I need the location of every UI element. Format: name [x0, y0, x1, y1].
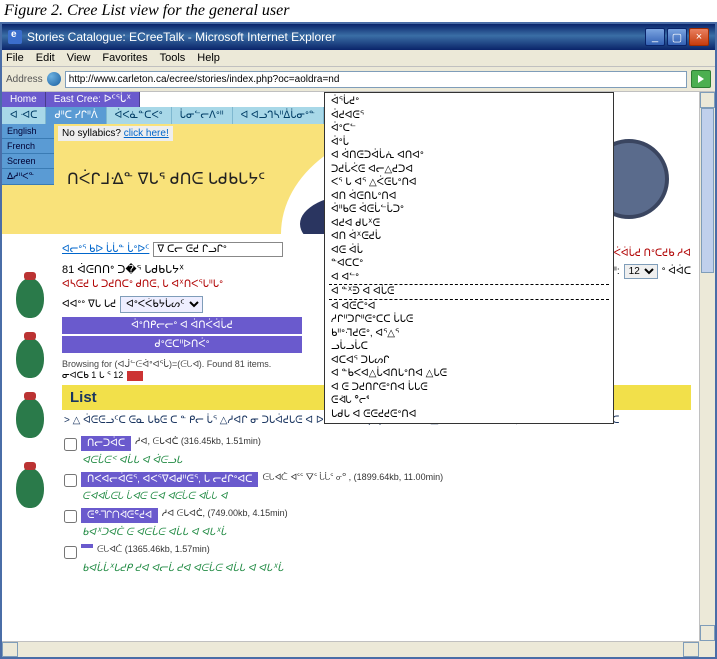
tab-4[interactable]: ᐊ ᐊᓗᒉᓴᐦᐄᒑᓂᐤᓐ [233, 107, 324, 124]
per-page-suffix: ᐤ ᐋᐋᑕ [662, 266, 691, 277]
breadcrumb-home[interactable]: Home [2, 92, 46, 107]
scroll-thumb[interactable] [701, 108, 714, 273]
dropdown-option[interactable]: ᐊ ᓐᕽᕭ ᐊ ᐊᒑᕮ [329, 284, 609, 300]
menu-tools[interactable]: Tools [160, 52, 186, 64]
list-item: ᕮᐤᒬᒋᑎᐋᕮᑦᕍᐊ ᓱᐊ ᕮᒐᐊᑖ, (749.00kb, 4.15min) … [64, 508, 689, 538]
syllabics-prompt: No syllabics? click here! [58, 126, 173, 141]
figure-caption: Figure 2. Cree List view for the general… [0, 0, 717, 22]
dropdown-option[interactable]: ᐊᑎ ᐋᕽᕮᕍᒑ [329, 230, 609, 244]
dropdown-option[interactable]: ᐋᕐᒑᕍᐤ [329, 95, 609, 109]
dropdown-option[interactable]: ᐊ ᐊᕮᑕᐤᐊ [329, 300, 609, 314]
menubar: File Edit View Favorites Tools Help [2, 50, 715, 67]
item-checkbox[interactable] [64, 438, 77, 451]
ie-icon [8, 30, 22, 44]
dropdown-option[interactable]: ᐊ ᐋᑎᕮᑐᐋᒑᕇ ᐊᑎᐊᐤ [329, 149, 609, 163]
list-item: ᑎᐸᐊᓕᐋᕮᕐ, ᐊᐸᕐᐁᐊᑯᐦᕮᕐ, ᒐ ᓕᕍᒋᐤᐊᑕ ᕮᒐᐊᑖ ᐊᕐᕐ ᐁᕐ… [64, 472, 689, 502]
maximize-button[interactable]: ▢ [667, 28, 687, 46]
dropdown-option[interactable]: ᑲᐦᐤᒬᕍᕮᐤ, ᐊᕐ△ᕐ [329, 327, 609, 341]
pager-text: ᓂᐊᑕᑲ 1 ᒐ ᕐ 12 [62, 370, 123, 381]
menu-edit[interactable]: Edit [36, 52, 55, 64]
address-input[interactable] [65, 71, 687, 88]
tab-1[interactable]: ᑯᐦᑕ ᓯᒋᐦᐲ [46, 107, 106, 124]
item-desc: ᑲᐊᒑᒑᕽᒐᕍᑭ ᕍᐊ ᐊᓕᒑ ᕍᐊ ᐊᕮᒑᕮ ᐊᒑᒐ ᐊ ᐊᒐᕽᒑ [64, 563, 689, 574]
dropdown-option[interactable]: ᐋᐤᒑ [329, 136, 609, 150]
tab-0[interactable]: ᐊ ᐗᑕ [2, 107, 46, 124]
scroll-up-icon[interactable] [700, 92, 715, 108]
sort-select[interactable]: ᐊᐤᐸᐹᑲᔭᒑᔕᑦ [120, 296, 203, 313]
address-bar: Address [2, 67, 715, 92]
dropdown-option[interactable]: ᐊ ᕮ ᑐᕍᑎᒋᕮᐤᑎᐊ ᒑᒐᕮ [329, 381, 609, 395]
side-screen[interactable]: Screen [2, 154, 54, 169]
dropdown-option[interactable]: ᐊ ᐊᓪᐤ [329, 271, 609, 285]
list-item: ᑎᓕᑐᐋᑕ ᓱᐊ, ᕮᒐᐊᑖ (316.45kb, 1.51min) ᐊᕮᒑᕮᑉ… [64, 436, 689, 466]
item-title-button[interactable]: ᕮᐤᒬᒋᑎᐋᕮᑦᕍᐊ [81, 508, 158, 523]
page-title: ᑎᐹᒋᒧᐎᓐ ᐁᒐᕐ ᑯᑎᕮ ᒐᑯᑲᒐᔭᑦ [67, 169, 265, 189]
syllabics-link[interactable]: click here! [124, 128, 169, 139]
item-desc: ᑲᐊᕽᑐᐊᑖ ᕮ ᐊᕮᒑᕮ ᐊᒑᒐ ᐊ ᐊᒐᕽᒑ [64, 527, 689, 538]
dropdown-option[interactable]: ᐊᑎ ᐋᕮᑎᒐᐤᑎᐊ [329, 190, 609, 204]
vertical-scrollbar[interactable] [699, 92, 715, 641]
category-dropdown[interactable]: ᐋᕐᒑᕍᐤᐋᕍᐊᕮᕐᐋᐤᑕᓪᐋᐤᒑᐊ ᐋᑎᕮᑐᐋᒑᕇ ᐊᑎᐊᐤᑐᕍᒑᐹᕮ ᐊᓕ△… [324, 92, 614, 424]
tab-3[interactable]: ᒑᓂᓪᓕᐱᐤᐦ [172, 107, 233, 124]
scroll-left-icon[interactable] [2, 642, 18, 657]
close-button[interactable]: × [689, 28, 709, 46]
action-button-2[interactable]: ᑯᐤᕮᑕᐦᐅᑎᐹᐤ [62, 336, 302, 353]
side-english[interactable]: English [2, 124, 54, 139]
side-french[interactable]: French [2, 139, 54, 154]
menu-favorites[interactable]: Favorites [102, 52, 147, 64]
per-page-select[interactable]: 12 [624, 264, 658, 279]
sort-label: ᐊᐊᐤᐤ ᐁᒐ ᒐᕍ [62, 299, 116, 310]
menu-view[interactable]: View [67, 52, 91, 64]
dropdown-option[interactable]: ᐋᐤᑕᓪ [329, 122, 609, 136]
scroll-right-icon[interactable] [683, 642, 699, 657]
item-desc: ᐊᕮᒑᕮᑉ ᐊᒑᒐ ᐊ ᐋᕮᓗᒐ [64, 455, 689, 466]
browser-window: Stories Catalogue: ECreeTalk - Microsoft… [0, 22, 717, 659]
scrollbar-corner [699, 641, 715, 657]
go-button[interactable] [691, 70, 711, 88]
item-meta: ᓱᐊ ᕮᒐᐊᑖ, (749.00kb, 4.15min) [162, 508, 288, 519]
search-input[interactable] [153, 242, 283, 257]
titlebar: Stories Catalogue: ECreeTalk - Microsoft… [2, 24, 715, 50]
globe-icon [47, 72, 61, 86]
item-checkbox[interactable] [64, 546, 77, 559]
item-meta: ᕮᒐᐊᑖ (1365.46kb, 1.57min) [97, 544, 210, 555]
dropdown-option[interactable]: ᐸᕐ ᒐ ᐊᕐ △ᐹᕮᒐᐤᑎᐊ [329, 176, 609, 190]
dropdown-option[interactable]: ᕮᐋᒐ ᐤᓕᕐ [329, 394, 609, 408]
tab-2[interactable]: ᐋᐸᓈᓐᑕᐸᐤ [107, 107, 172, 124]
item-title-button[interactable]: ᑎᓕᑐᐋᑕ [81, 436, 131, 451]
dropdown-option[interactable]: ᐋᕍᐊᕮᕐ [329, 109, 609, 123]
item-title-button[interactable]: ᑎᐸᐊᓕᐋᕮᕐ, ᐊᐸᕐᐁᐊᑯᐦᕮᕐ, ᒐ ᓕᕍᒋᐤᐊᑕ [81, 472, 258, 487]
dropdown-option[interactable]: ᓐᐊᑕᑕᐤ [329, 257, 609, 271]
action-button-1[interactable]: ᐋᐤᑎᑭᓕᓕᐤ ᐊ ᐋᑎᐹᐋᒑᕍ [62, 317, 302, 334]
item-meta: ᓱᐊ, ᕮᒐᐊᑖ (316.45kb, 1.51min) [135, 436, 261, 447]
dropdown-option[interactable]: ᐊᑕᐊᕐ ᑐᒐᔕᒋ [329, 354, 609, 368]
dropdown-option[interactable]: ᐊᕮ ᐋᒑ [329, 244, 609, 258]
item-meta: ᕮᒐᐊᑖ ᐊᕐᕐ ᐁᕐ ᒑᒑᕐ ᓂᐤ , (1899.64kb, 11.00mi… [262, 472, 443, 483]
side-cree[interactable]: ᐃᓱᐦᐸᓐ [2, 169, 54, 185]
list-item: ᕮᒐᐊᑖ (1365.46kb, 1.57min) ᑲᐊᒑᒑᕽᒐᕍᑭ ᕍᐊ ᐊᓕ… [64, 544, 689, 574]
dropdown-option[interactable]: ᐊ ᓐᑲᐸᐊ△ᒑᐊᑎᒐᐤᑎᐊ △ᒐᕮ [329, 367, 609, 381]
minimize-button[interactable]: _ [645, 28, 665, 46]
dropdown-option[interactable]: ᐊᕍᐊ ᑯᒐᕽᕮ [329, 217, 609, 231]
item-title-button[interactable] [81, 544, 93, 548]
next-page-icon[interactable] [127, 371, 143, 381]
dropdown-option[interactable]: ᓗᒑᓗᒑᑕ [329, 340, 609, 354]
dropdown-option[interactable]: ᓱᒋᐦᑐᒋᐦᕮᐤᑕᑕ ᒑᒐᕮ [329, 313, 609, 327]
window-title: Stories Catalogue: ECreeTalk - Microsoft… [27, 30, 336, 44]
menu-file[interactable]: File [6, 52, 24, 64]
breadcrumb-section[interactable]: East Cree: ᐅᑦᕐᒑᕽ [46, 92, 140, 107]
item-desc: ᕮᐊᐊᒑᕮᒐ ᒑᐊᕮ ᕮᐊ ᐊᕮᒑᕮ ᐊᒑᒐ ᐊ [64, 491, 689, 502]
scroll-down-icon[interactable] [700, 625, 715, 641]
search-mode-link[interactable]: ᐊᓕᐤᕐ ᑲᐅ ᒑᒑᓐ ᒑᐤᐅᑦ [62, 244, 149, 255]
item-checkbox[interactable] [64, 510, 77, 523]
syllabics-text: No syllabics? [62, 128, 121, 139]
item-checkbox[interactable] [64, 474, 77, 487]
address-label: Address [6, 74, 43, 85]
page-viewport: Home East Cree: ᐅᑦᕐᒑᕽ ᐊ ᐗᑕ ᑯᐦᑕ ᓯᒋᐦᐲ ᐋᐸᓈᓐ… [2, 92, 715, 657]
menu-help[interactable]: Help [197, 52, 220, 64]
dropdown-option[interactable]: ᑐᕍᒑᐹᕮ ᐊᓕ△ᕍᑐᐊ [329, 163, 609, 177]
dropdown-option[interactable]: ᐋᐦᑲᕮ ᐋᕮᒑᓪᒑᑐᐤ [329, 203, 609, 217]
horizontal-scrollbar[interactable] [2, 641, 699, 657]
dropdown-option[interactable]: ᒐᑯᒐ ᐊ ᕮᕮᕍᕍᕮᐤᑎᐊ [329, 408, 609, 422]
